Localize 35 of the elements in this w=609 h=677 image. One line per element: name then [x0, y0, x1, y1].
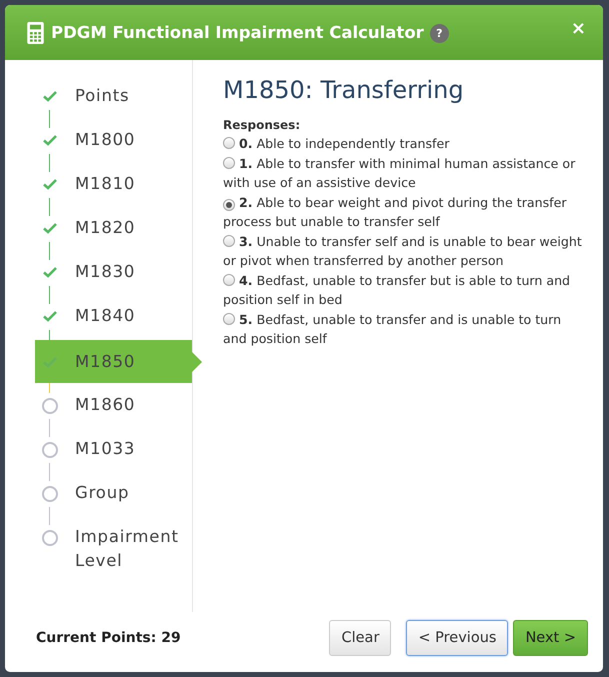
response-option[interactable]: 5. Bedfast, unable to transfer and is unable to turn and position self	[223, 310, 583, 348]
step-item[interactable]: M1800	[35, 128, 192, 154]
calculator-icon	[27, 22, 44, 44]
step-item[interactable]: M1840	[35, 304, 192, 330]
previous-button[interactable]: < Previous	[406, 620, 508, 656]
response-option[interactable]: 4. Bedfast, unable to transfer but is able to turn and position self in bed	[223, 271, 583, 309]
step-item[interactable]: M1820	[35, 216, 192, 242]
response-option[interactable]: 2. Able to bear weight and pivot during the transfer process but unable to transfer self	[223, 193, 583, 231]
radio-button[interactable]	[223, 235, 235, 247]
response-option[interactable]: 1. Able to transfer with minimal human assistance or with use of an assistive device	[223, 154, 583, 192]
step-item[interactable]: Impairment Level	[35, 525, 192, 573]
step-circle-icon	[42, 530, 58, 546]
step-item[interactable]: M1860	[35, 393, 192, 419]
step-item[interactable]: M1830	[35, 260, 192, 286]
step-circle-icon	[42, 398, 58, 414]
response-option[interactable]: 0. Able to independently transfer	[223, 134, 583, 153]
responses-label: Responses:	[223, 118, 302, 132]
radio-button[interactable]	[223, 137, 235, 149]
response-option[interactable]: 3. Unable to transfer self and is unable to bear weight or pivot when transferred by another person	[223, 232, 583, 270]
help-badge[interactable]: ?	[430, 24, 449, 43]
current-points: Current Points: 29	[36, 630, 181, 646]
radio-button[interactable]	[223, 313, 235, 325]
question-title: M1850: Transferring	[223, 76, 465, 104]
step-circle-icon	[42, 486, 58, 502]
step-item[interactable]: M1033	[35, 437, 192, 463]
radio-button[interactable]	[223, 199, 235, 211]
step-circle-icon	[42, 442, 58, 458]
dialog-title: PDGM Functional Impairment Calculator	[51, 23, 424, 42]
clear-button[interactable]: Clear	[329, 620, 392, 656]
radio-button[interactable]	[223, 274, 235, 286]
step-item[interactable]: Points	[35, 84, 192, 110]
radio-button[interactable]	[223, 157, 235, 169]
next-button[interactable]: Next >	[513, 620, 588, 656]
step-item[interactable]: M1810	[35, 172, 192, 198]
step-item[interactable]: Group	[35, 481, 192, 507]
